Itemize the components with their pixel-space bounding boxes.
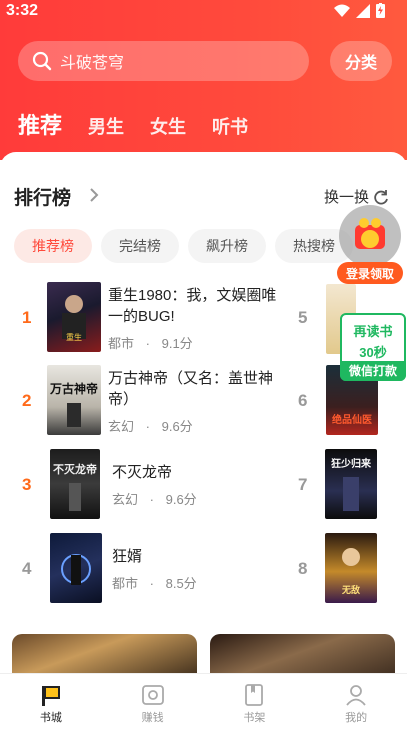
pill-completed[interactable]: 完结榜 [101, 229, 179, 263]
login-reward-label[interactable]: 登录领取 [337, 262, 403, 284]
wifi-icon [334, 4, 350, 17]
tab-recommend[interactable]: 推荐 [18, 108, 62, 140]
list-item[interactable]: 7 狂少归来 [296, 449, 407, 521]
search-input[interactable]: 斗破苍穹 [18, 41, 309, 81]
nav-label: 书城 [39, 712, 62, 724]
nav-bookstore[interactable]: 书城 [0, 674, 102, 731]
nav-label: 书架 [243, 712, 266, 724]
wechat-reward-widget[interactable]: 再读书 30秒 微信打款 [340, 313, 406, 381]
chevron-right-icon[interactable] [89, 187, 99, 203]
list-item[interactable]: 2 万古神帝 万古神帝（又名：盖世神帝） 玄幻 · 9.6分 [20, 365, 300, 437]
book-meta: 都市 · 9.1分 [108, 336, 193, 351]
list-item[interactable]: 3 不灭龙帝 不灭龙帝 玄幻 · 9.6分 [20, 449, 300, 521]
battery-icon [376, 3, 385, 18]
rank-number: 5 [298, 308, 308, 327]
book-title: 万古神帝（又名：盖世神帝） [108, 370, 274, 408]
read-prompt: 再读书 [353, 324, 393, 339]
category-button[interactable]: 分类 [330, 41, 392, 81]
top-tabs: 推荐 男生 女生 听书 [18, 108, 274, 140]
bookstore-icon [41, 686, 60, 706]
svg-text:绝品仙医: 绝品仙医 [332, 413, 372, 426]
book-meta: 都市 · 8.5分 [112, 576, 197, 591]
book-cover: 重生 [47, 282, 101, 352]
wechat-payout-label: 微信打款 [340, 361, 406, 381]
svg-text:无敌: 无敌 [341, 584, 360, 596]
book-cover: 狂少归来 [325, 449, 377, 519]
refresh-icon [374, 189, 388, 204]
rank-number: 7 [298, 475, 308, 494]
rank-number: 3 [22, 475, 32, 494]
rank-number: 8 [298, 559, 308, 578]
nav-label: 赚钱 [141, 712, 164, 724]
svg-text:狂少归来: 狂少归来 [331, 457, 372, 470]
book-cover: 万古神帝 [47, 365, 101, 435]
signal-icon [356, 3, 370, 18]
tab-female[interactable]: 女生 [150, 113, 186, 139]
book-cover [50, 533, 102, 603]
rank-number: 2 [22, 391, 32, 410]
book-title: 不灭龙帝 [112, 464, 173, 481]
nav-mine[interactable]: 我的 [305, 674, 407, 731]
pill-rising[interactable]: 飙升榜 [188, 229, 266, 263]
tab-male[interactable]: 男生 [88, 113, 124, 139]
search-placeholder: 斗破苍穹 [60, 55, 125, 72]
rank-number: 4 [22, 559, 32, 578]
header: 3:32 斗破苍穹 分类 推荐 男生 女生 听书 [0, 0, 407, 160]
refresh-button[interactable]: 换一换 [324, 186, 389, 207]
rank-number: 1 [22, 308, 32, 327]
book-meta: 玄幻 · 9.6分 [112, 492, 197, 507]
book-meta: 玄幻 · 9.6分 [108, 419, 193, 434]
coin-icon [141, 685, 164, 705]
tab-audiobook[interactable]: 听书 [212, 113, 248, 139]
status-bar: 3:32 [0, 0, 407, 24]
nav-bookshelf[interactable]: 书架 [204, 674, 306, 731]
read-seconds: 30秒 [359, 345, 387, 360]
user-icon [346, 685, 366, 706]
svg-text:重生: 重生 [66, 332, 82, 342]
pill-recommend[interactable]: 推荐榜 [14, 229, 92, 263]
list-item[interactable]: 8 无敌 [296, 533, 407, 605]
reward-bubble [339, 205, 401, 267]
list-item[interactable]: 1 重生 重生1980：我，文娱圈唯一的BUG! 都市 · 9.1分 [20, 282, 300, 354]
search-icon [32, 51, 52, 71]
rank-number: 6 [298, 391, 308, 410]
list-item[interactable]: 4 狂婿 都市 · 8.5分 [20, 533, 300, 605]
nav-earn[interactable]: 赚钱 [102, 674, 204, 731]
nav-label: 我的 [345, 712, 368, 724]
gift-icon [355, 218, 385, 249]
book-title: 狂婿 [112, 548, 143, 565]
book-title: 重生1980：我，文娱圈唯一的BUG! [108, 287, 277, 325]
ranking-pills: 推荐榜 完结榜 飙升榜 热搜榜 [14, 229, 353, 263]
bookshelf-icon [245, 684, 264, 706]
book-cover: 不灭龙帝 [50, 449, 100, 519]
refresh-label: 换一换 [324, 189, 370, 206]
bottom-nav: 书城 赚钱 书架 我的 [0, 673, 407, 731]
ranking-title[interactable]: 排行榜 [14, 183, 71, 210]
svg-text:万古神帝: 万古神帝 [49, 381, 98, 396]
book-cover: 无敌 [325, 533, 377, 603]
svg-text:不灭龙帝: 不灭龙帝 [53, 462, 97, 476]
status-time: 3:32 [6, 2, 39, 19]
status-icons [334, 3, 385, 18]
